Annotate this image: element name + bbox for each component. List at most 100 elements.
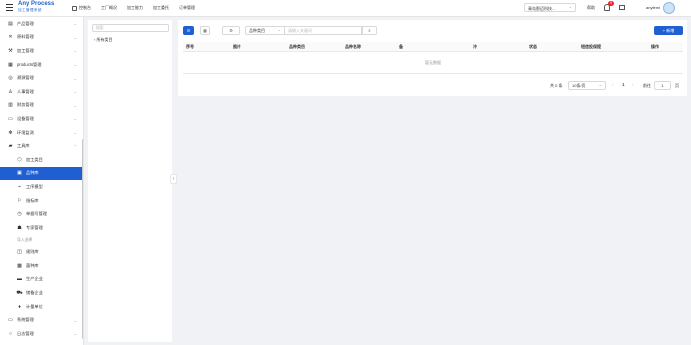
sidebar-item-label: 生产企业 (26, 276, 43, 282)
sidebar-subitem-0[interactable]: ⬡ 加工类目 (0, 153, 83, 167)
sidebar-item-2[interactable]: ⚒ 加工管理 ⌄ (0, 44, 83, 58)
logo[interactable]: Any Process 加工管理系统 (18, 1, 66, 15)
search-field-select[interactable]: 品种类目 (245, 26, 285, 35)
mail-icon[interactable] (619, 5, 625, 10)
sidebar-item-label: 设备管理 (17, 115, 34, 121)
sidebar-item-label: 加工类目 (26, 156, 43, 162)
sidebar-scrollbar[interactable] (82, 139, 83, 339)
sidebar-groupitem-4[interactable]: ♦ 计量单位 (0, 300, 83, 314)
tree-search-input[interactable]: 搜索 (92, 24, 169, 32)
nav-processing-capacity[interactable]: 加工能力 (127, 5, 143, 11)
menu-icon: ◎ (8, 75, 13, 82)
column-header[interactable]: 品种名称 (345, 42, 361, 52)
column-header[interactable]: 操作 (651, 42, 659, 52)
page-unit-label: 页 (675, 83, 679, 88)
menu-icon: ✻ (8, 129, 13, 136)
sidebar-item-label: 溯源管理 (17, 75, 34, 81)
chevron-icon: ⌄ (73, 102, 77, 108)
menu-icon: ▰ (8, 143, 13, 150)
sidebar-item-1[interactable]: ✕ 原料管理 ⌄ (0, 31, 83, 45)
sidebar-subitem-2[interactable]: ⌁ 工序模型 (0, 180, 83, 194)
sidebar-subitem-1[interactable]: ▣ 品种库 (0, 166, 83, 181)
chevron-icon: ⌄ (73, 331, 77, 337)
sidebar-bottomitem-0[interactable]: ▭ 系统管理 ⌄ (0, 313, 83, 327)
main-panel: ☰ ▦ ⚙ 品种类目 请输入关键词 ⌕ + 新增 序号 图片 品种类目 品种名称… (178, 20, 687, 96)
sidebar-groupitem-3[interactable]: ⛟ 储备企业 (0, 286, 83, 300)
nav-dashboard[interactable]: 控制台 (72, 5, 91, 11)
top-nav: 控制台 工厂概况 加工能力 加工委托 订单管理 (72, 5, 195, 11)
column-header[interactable]: 状态 (529, 42, 537, 52)
sidebar-item-5[interactable]: ♙ 人事管理 ⌄ (0, 85, 83, 99)
tree-node-label: 所有类目 (96, 37, 113, 42)
chevron-icon: ⌄ (73, 62, 77, 68)
page-number[interactable]: 1 (622, 82, 625, 87)
sidebar-item-9[interactable]: ▰ 工具库 ⌃ (0, 139, 83, 153)
grid-view-button[interactable]: ▦ (200, 26, 210, 35)
goto-label: 前往 (643, 83, 651, 88)
sidebar-item-label: 加工管理 (17, 47, 34, 53)
sidebar-groupitem-2[interactable]: ▬ 生产企业 (0, 273, 83, 287)
help-link[interactable]: 帮助 (587, 5, 595, 11)
sidebar-item-label: 菌种库 (26, 262, 39, 268)
nav-order-management[interactable]: 订单管理 (179, 5, 195, 11)
sidebar-item-4[interactable]: ◎ 溯源管理 ⌄ (0, 71, 83, 85)
tree-node-root[interactable]: › 所有类目 (94, 37, 112, 43)
sidebar: ▤ 产品管理 ⌄ ✕ 原料管理 ⌄ ⚒ 加工管理 ⌄ ▦ products管理 ⌄ ◎ 溯源管理 ⌄ ♙ 人事管… (0, 17, 84, 345)
search-icon[interactable]: ⌕ (362, 26, 377, 35)
chevron-icon: ⌄ (73, 116, 77, 122)
column-header[interactable]: 短信投保提 (581, 42, 601, 52)
menu-icon: ⚐ (17, 197, 22, 204)
sidebar-groupitem-0[interactable]: ◫ 规则库 (0, 246, 83, 260)
menu-icon: ⚒ (8, 47, 13, 54)
menu-icon: ▭ (8, 317, 13, 324)
menu-toggle-icon[interactable] (6, 4, 13, 11)
column-header[interactable]: 冷 (473, 42, 477, 52)
chevron-icon: ⌃ (73, 143, 77, 149)
next-page-button[interactable]: › (632, 82, 634, 87)
sidebar-subitem-5[interactable]: ☗ 专家管理 (0, 221, 83, 235)
sidebar-subitem-3[interactable]: ⚐ 指标库 (0, 194, 83, 208)
category-tree-panel: 搜索 › 所有类目 (88, 20, 172, 342)
chevron-icon: ⌄ (73, 21, 77, 27)
search-input[interactable]: 请输入关键词 (285, 26, 362, 35)
column-header[interactable]: 备 (399, 42, 403, 52)
sidebar-groupitem-1[interactable]: ▩ 菌种库 (0, 259, 83, 273)
chevron-icon: ⌄ (73, 317, 77, 323)
avatar[interactable] (663, 2, 675, 14)
sidebar-subitem-4[interactable]: ◷ 单据号管理 (0, 207, 83, 221)
username[interactable]: anyfemi (646, 5, 660, 10)
chevron-icon: ⌄ (73, 89, 77, 95)
menu-icon: ⛟ (16, 289, 23, 296)
notification-badge: 9 (608, 1, 614, 6)
sidebar-item-label: 单据号管理 (26, 211, 47, 217)
home-icon (72, 5, 77, 11)
column-header[interactable]: 序号 (186, 42, 194, 52)
column-header[interactable]: 品种类目 (289, 42, 305, 52)
menu-icon: ✕ (8, 34, 13, 41)
menu-icon: ☗ (17, 224, 22, 231)
menu-icon: ▩ (17, 262, 22, 269)
page-size-select[interactable]: 10条/页 (568, 81, 606, 90)
sidebar-item-0[interactable]: ▤ 产品管理 ⌄ (0, 17, 83, 31)
prev-page-button[interactable]: ‹ (612, 82, 614, 87)
sidebar-item-label: 工具库 (17, 143, 30, 149)
goto-page-input[interactable]: 1 (654, 81, 671, 90)
sidebar-item-label: 专家管理 (26, 224, 43, 230)
top-bar: Any Process 加工管理系统 控制台 工厂概况 加工能力 加工委托 订单… (0, 0, 691, 17)
nav-processing-order[interactable]: 加工委托 (153, 5, 169, 11)
collapse-panel-button[interactable]: ‹ (170, 174, 177, 184)
menu-icon: ⌁ (17, 183, 21, 190)
settings-button[interactable]: ⚙ (222, 26, 240, 35)
list-view-button[interactable]: ☰ (183, 26, 194, 35)
nav-factory-overview[interactable]: 工厂概况 (101, 5, 117, 11)
sidebar-item-7[interactable]: ▭ 设备管理 ⌄ (0, 112, 83, 126)
sidebar-item-3[interactable]: ▦ products管理 ⌄ (0, 58, 83, 72)
sidebar-item-8[interactable]: ✻ 环境监测 ⌄ (0, 126, 83, 140)
column-header[interactable]: 图片 (233, 42, 241, 52)
factory-select[interactable]: 青岛那迈科技... (524, 3, 576, 12)
sidebar-bottomitem-1[interactable]: ○ 日志管理 ⌄ (0, 327, 83, 341)
add-button[interactable]: + 新增 (654, 26, 683, 35)
menu-icon: ▥ (8, 102, 13, 109)
menu-icon: ▣ (17, 170, 22, 177)
sidebar-item-6[interactable]: ▥ 财务管理 ⌄ (0, 99, 83, 113)
